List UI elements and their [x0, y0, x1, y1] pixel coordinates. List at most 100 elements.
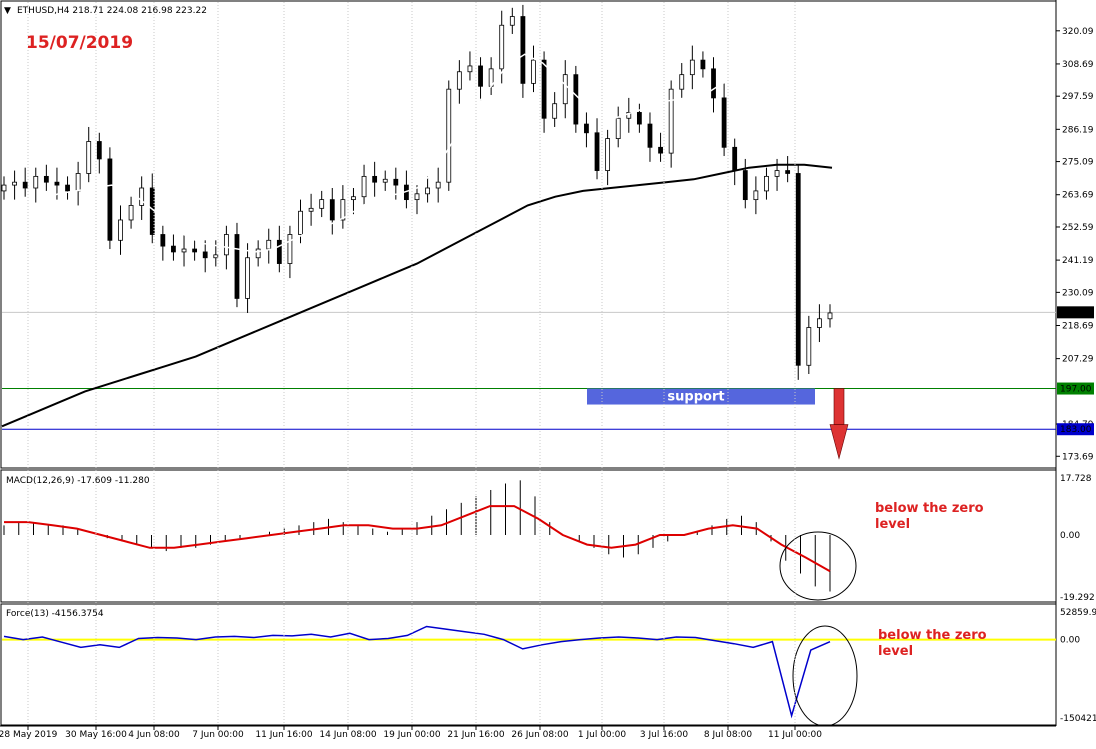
price-tick-label: 263.69	[1062, 191, 1094, 201]
candle-body	[213, 254, 219, 259]
candle-body	[817, 318, 822, 328]
candle-body	[785, 170, 791, 174]
ma-fast-line	[3, 53, 831, 253]
candle-body	[33, 175, 39, 189]
candle-body	[107, 158, 113, 241]
candle-body	[393, 178, 399, 186]
macd-tick-label: 17.728	[1060, 474, 1092, 484]
price-tick-label: 297.59	[1062, 92, 1094, 102]
force-panel-frame	[0, 603, 1057, 726]
candle-body	[1, 184, 7, 192]
candle-body	[276, 239, 282, 264]
price-panel-frame	[0, 0, 1057, 469]
price-tick-label: 230.09	[1062, 288, 1094, 298]
candle-body	[118, 219, 123, 241]
x-tick-label: 21 Jun 16:00	[447, 730, 504, 740]
candle-body	[795, 173, 801, 366]
candle-body	[361, 175, 367, 198]
candle-body	[171, 245, 176, 253]
x-tick-label: 14 Jun 08:00	[319, 730, 376, 740]
candle-body	[636, 112, 642, 125]
force-tick-label: -150421.	[1060, 714, 1096, 724]
symbol-collapse-icon[interactable]: ▼	[4, 6, 11, 16]
price-tick-label: 308.69	[1062, 60, 1094, 70]
force-tick-label: 0.00	[1060, 636, 1080, 646]
candle-body	[255, 248, 261, 259]
candle-body	[753, 190, 759, 201]
price-tick-label: 173.69	[1062, 452, 1094, 462]
candle-body	[223, 234, 229, 256]
x-tick-label: 3 Jul 16:00	[640, 730, 689, 740]
candle-body	[319, 199, 325, 209]
candle-body	[711, 68, 716, 99]
x-tick-label: 19 Jun 00:00	[383, 730, 440, 740]
price-tick-label: 252.59	[1062, 223, 1094, 233]
x-tick-label: 30 May 16:00	[65, 730, 127, 740]
price-label-text: 183.00	[1060, 425, 1092, 435]
candle-body	[827, 312, 833, 320]
price-label-text: 197.00	[1060, 385, 1092, 395]
candle-body	[562, 74, 568, 105]
force-layer: below the zerolevel	[2, 625, 1056, 727]
candle-body	[382, 178, 388, 183]
x-tick-label: 1 Jul 00:00	[578, 730, 627, 740]
macd-highlight-ellipse	[779, 531, 857, 601]
candle-body	[22, 181, 28, 189]
candle-body	[573, 74, 579, 125]
macd-tick-label: -19.292	[1060, 593, 1095, 603]
candle-body	[287, 234, 293, 264]
x-tick-label: 26 Jun 08:00	[511, 730, 568, 740]
price-tick-label: 275.09	[1062, 158, 1094, 168]
candle-body	[181, 248, 187, 253]
candle-body	[372, 175, 378, 183]
candle-body	[658, 146, 663, 154]
candle-body	[245, 257, 250, 299]
candle-body	[774, 170, 780, 177]
candle-body	[43, 175, 49, 183]
candle-body	[541, 59, 547, 119]
force-tick-label: 52859.99	[1060, 608, 1096, 618]
date-annotation: 15/07/2019	[26, 33, 133, 53]
candle-body	[478, 65, 483, 87]
candle-body	[467, 65, 473, 73]
candle-body	[266, 239, 272, 250]
candle-body	[425, 187, 430, 195]
candle-body	[552, 103, 558, 119]
macd-signal-line	[4, 505, 831, 573]
candle-body	[446, 88, 452, 183]
support-label: support	[667, 390, 724, 405]
x-tick-label: 28 May 2019	[0, 730, 58, 740]
price-label-text: 223.22	[1060, 308, 1092, 318]
candle-body	[86, 141, 92, 174]
candle-body	[96, 141, 102, 160]
candle-body	[234, 234, 240, 299]
candle-body	[139, 187, 145, 206]
candle-body	[509, 16, 515, 26]
candle-body	[531, 59, 536, 84]
candle-body	[128, 205, 134, 221]
chart-svg: support below the zerolevel below the ze…	[0, 0, 1096, 740]
price-tick-label: 241.19	[1062, 256, 1094, 266]
price-tick-label: 207.29	[1062, 355, 1094, 365]
candle-body	[806, 327, 812, 366]
x-tick-label: 7 Jun 00:00	[192, 730, 244, 740]
candle-body	[499, 24, 505, 70]
price-tick-label: 320.09	[1062, 27, 1094, 37]
candle-body	[668, 88, 674, 154]
candle-body	[584, 123, 589, 134]
candle-body	[308, 207, 314, 212]
macd-tick-label: 0.00	[1060, 531, 1080, 541]
price-tick-label: 286.19	[1062, 125, 1094, 135]
macd-annotation-line2: level	[875, 517, 910, 532]
candle-body	[594, 132, 600, 171]
down-arrow-head	[829, 424, 849, 460]
down-arrow-shaft	[833, 388, 845, 425]
candle-body	[75, 173, 81, 192]
force-annotation-line1: below the zero	[878, 628, 987, 643]
candle-body	[414, 193, 420, 201]
macd-title: MACD(12,26,9) -17.609 -11.280	[6, 476, 150, 486]
candle-body	[160, 234, 166, 247]
candle-body	[764, 175, 769, 192]
x-tick-label: 8 Jul 08:00	[704, 730, 753, 740]
candle-body	[520, 16, 526, 84]
